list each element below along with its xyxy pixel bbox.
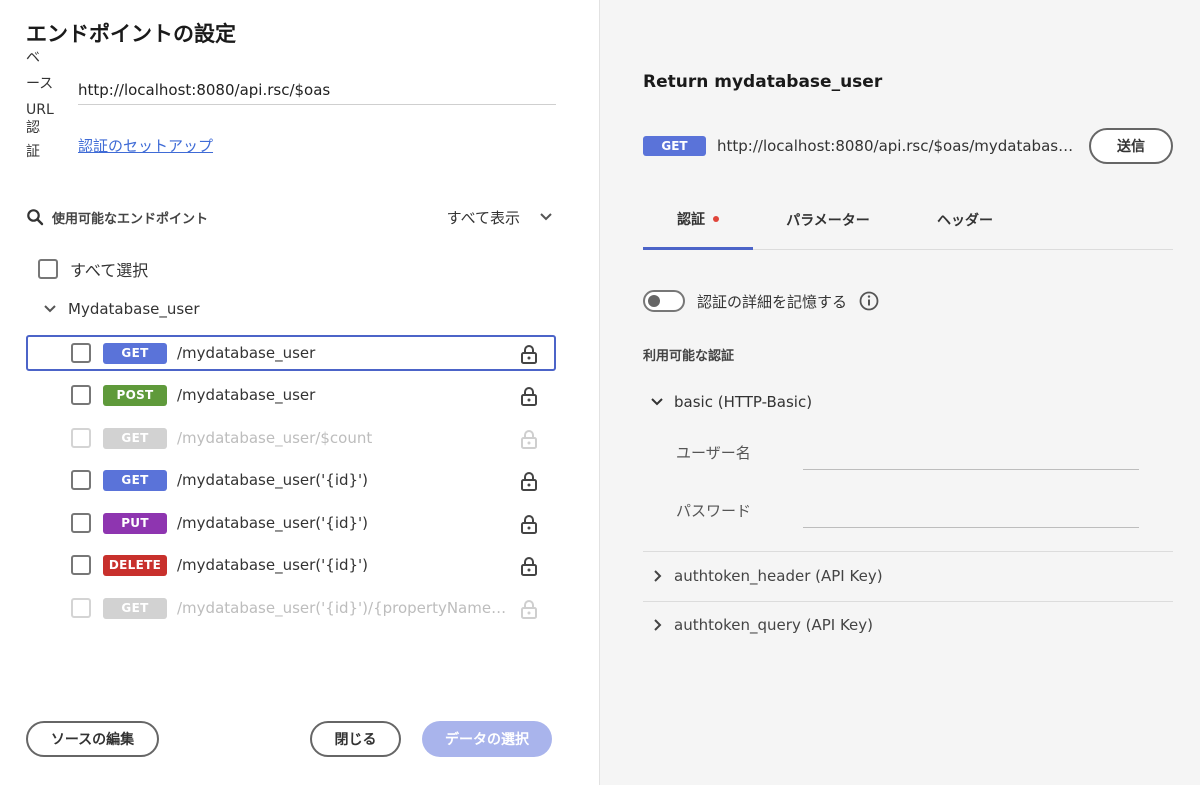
- endpoint-row[interactable]: DELETE /mydatabase_user('{id}'): [26, 547, 556, 583]
- username-label: ユーザー名: [676, 444, 751, 462]
- divider: [643, 601, 1173, 602]
- endpoint-path: /mydatabase_user('{id}')/{propertyName}/…: [177, 599, 507, 617]
- method-badge: GET: [103, 427, 167, 449]
- auth-header-label: authtoken_header (API Key): [674, 567, 883, 585]
- auth-header-toggle[interactable]: authtoken_header (API Key): [650, 567, 883, 585]
- auth-label: 認 証: [26, 106, 60, 160]
- endpoint-row[interactable]: POST /mydatabase_user: [26, 377, 556, 413]
- method-badge: GET: [103, 469, 167, 491]
- tab-label: ヘッダー: [937, 213, 993, 229]
- tab-headers[interactable]: ヘッダー: [915, 190, 1015, 250]
- tab-label: 認証: [677, 211, 705, 228]
- available-auth-heading: 利用可能な認証: [643, 349, 735, 364]
- endpoints-header: 使用可能なエンドポイント すべて表示: [26, 205, 556, 229]
- remember-auth-row: 認証の詳細を記憶する: [643, 290, 879, 312]
- auth-query-toggle[interactable]: authtoken_query (API Key): [650, 616, 873, 634]
- auth-basic-label: basic (HTTP-Basic): [674, 393, 813, 411]
- method-badge: DELETE: [103, 554, 167, 576]
- search-icon: [27, 209, 44, 226]
- endpoint-row-disabled: GET /mydatabase_user('{id}')/{propertyNa…: [26, 590, 556, 626]
- endpoint-title: Return mydatabase_user: [643, 72, 883, 92]
- lock-icon: [521, 430, 537, 449]
- base-url-label-line: ース: [26, 76, 54, 93]
- select-all-label: すべて選択: [70, 261, 149, 280]
- request-bar: GET http://localhost:8080/api.rsc/$oas/m…: [643, 128, 1173, 164]
- endpoint-checkbox: [71, 428, 91, 448]
- auth-basic-toggle[interactable]: basic (HTTP-Basic): [650, 393, 812, 411]
- endpoint-row[interactable]: PUT /mydatabase_user('{id}'): [26, 505, 556, 541]
- endpoint-path: /mydatabase_user('{id}'): [177, 556, 369, 574]
- username-field[interactable]: [803, 442, 1139, 470]
- endpoint-path: /mydatabase_user: [177, 344, 316, 362]
- remember-auth-label: 認証の詳細を記憶する: [697, 292, 848, 311]
- select-all-row[interactable]: すべて選択: [38, 257, 148, 281]
- lock-icon[interactable]: [520, 556, 538, 576]
- send-button[interactable]: 送信: [1089, 128, 1173, 164]
- tab-parameters[interactable]: パラメーター: [773, 190, 883, 250]
- lock-icon: [521, 600, 537, 619]
- password-field[interactable]: [803, 500, 1139, 528]
- method-badge: POST: [103, 384, 167, 406]
- endpoint-checkbox[interactable]: [71, 513, 91, 533]
- method-badge: PUT: [103, 512, 167, 534]
- request-url: http://localhost:8080/api.rsc/$oas/mydat…: [717, 137, 1077, 155]
- lock-icon[interactable]: [520, 514, 538, 534]
- close-button[interactable]: 閉じる: [310, 721, 401, 757]
- endpoint-row-disabled: GET /mydatabase_user/$count: [26, 420, 556, 456]
- endpoint-path: /mydatabase_user: [177, 386, 316, 404]
- endpoint-checkbox: [71, 598, 91, 618]
- endpoint-path: /mydatabase_user('{id}'): [177, 471, 369, 489]
- endpoint-row[interactable]: GET /mydatabase_user: [26, 335, 556, 371]
- remember-auth-toggle[interactable]: [643, 290, 685, 312]
- group-name: Mydatabase_user: [68, 300, 200, 318]
- endpoint-path: /mydatabase_user('{id}'): [177, 514, 369, 532]
- info-icon[interactable]: [859, 291, 879, 311]
- edit-source-button[interactable]: ソースの編集: [26, 721, 159, 757]
- auth-setup-link[interactable]: 認証のセットアップ: [78, 135, 213, 156]
- show-all-filter[interactable]: すべて表示: [447, 207, 520, 228]
- request-preview-panel: Return mydatabase_user GET http://localh…: [600, 0, 1200, 785]
- tab-label: パラメーター: [786, 213, 870, 229]
- chevron-right-icon[interactable]: [650, 569, 664, 583]
- toggle-knob: [648, 295, 660, 307]
- lock-icon[interactable]: [520, 386, 538, 406]
- endpoint-checkbox[interactable]: [71, 385, 91, 405]
- tab-auth[interactable]: 認証: [643, 190, 753, 250]
- chevron-down-icon[interactable]: [42, 301, 58, 317]
- endpoint-row[interactable]: GET /mydatabase_user('{id}'): [26, 462, 556, 498]
- auth-query-label: authtoken_query (API Key): [674, 616, 873, 634]
- chevron-right-icon[interactable]: [650, 618, 664, 632]
- page-title: エンドポイントの設定: [26, 22, 236, 46]
- lock-icon[interactable]: [520, 344, 538, 364]
- chevron-down-icon[interactable]: [650, 395, 664, 409]
- password-label: パスワード: [676, 502, 752, 520]
- group-toggle[interactable]: Mydatabase_user: [42, 300, 200, 318]
- divider: [643, 551, 1173, 552]
- endpoint-checkbox[interactable]: [71, 343, 91, 363]
- endpoint-settings-panel: エンドポイントの設定 ベ ース URL 認 証 認証のセットアップ 使用可能なエ…: [0, 0, 600, 785]
- endpoint-checkbox[interactable]: [71, 470, 91, 490]
- auth-label-line: 証: [26, 144, 40, 161]
- lock-icon[interactable]: [520, 471, 538, 491]
- endpoint-checkbox[interactable]: [71, 555, 91, 575]
- base-url-label-line: ベ: [26, 50, 40, 66]
- chevron-down-icon[interactable]: [538, 209, 554, 225]
- method-badge: GET: [103, 342, 167, 364]
- status-dot: [713, 215, 719, 222]
- method-badge: GET: [643, 136, 706, 156]
- select-data-button[interactable]: データの選択: [422, 721, 552, 757]
- base-url-input[interactable]: [78, 75, 556, 105]
- endpoints-label: 使用可能なエンドポイント: [52, 212, 209, 227]
- auth-label-line: 認: [26, 120, 40, 136]
- request-tabs: 認証 パラメーター ヘッダー: [643, 190, 1173, 250]
- endpoint-path: /mydatabase_user/$count: [177, 429, 373, 447]
- select-all-checkbox[interactable]: [38, 259, 58, 279]
- method-badge: GET: [103, 597, 167, 619]
